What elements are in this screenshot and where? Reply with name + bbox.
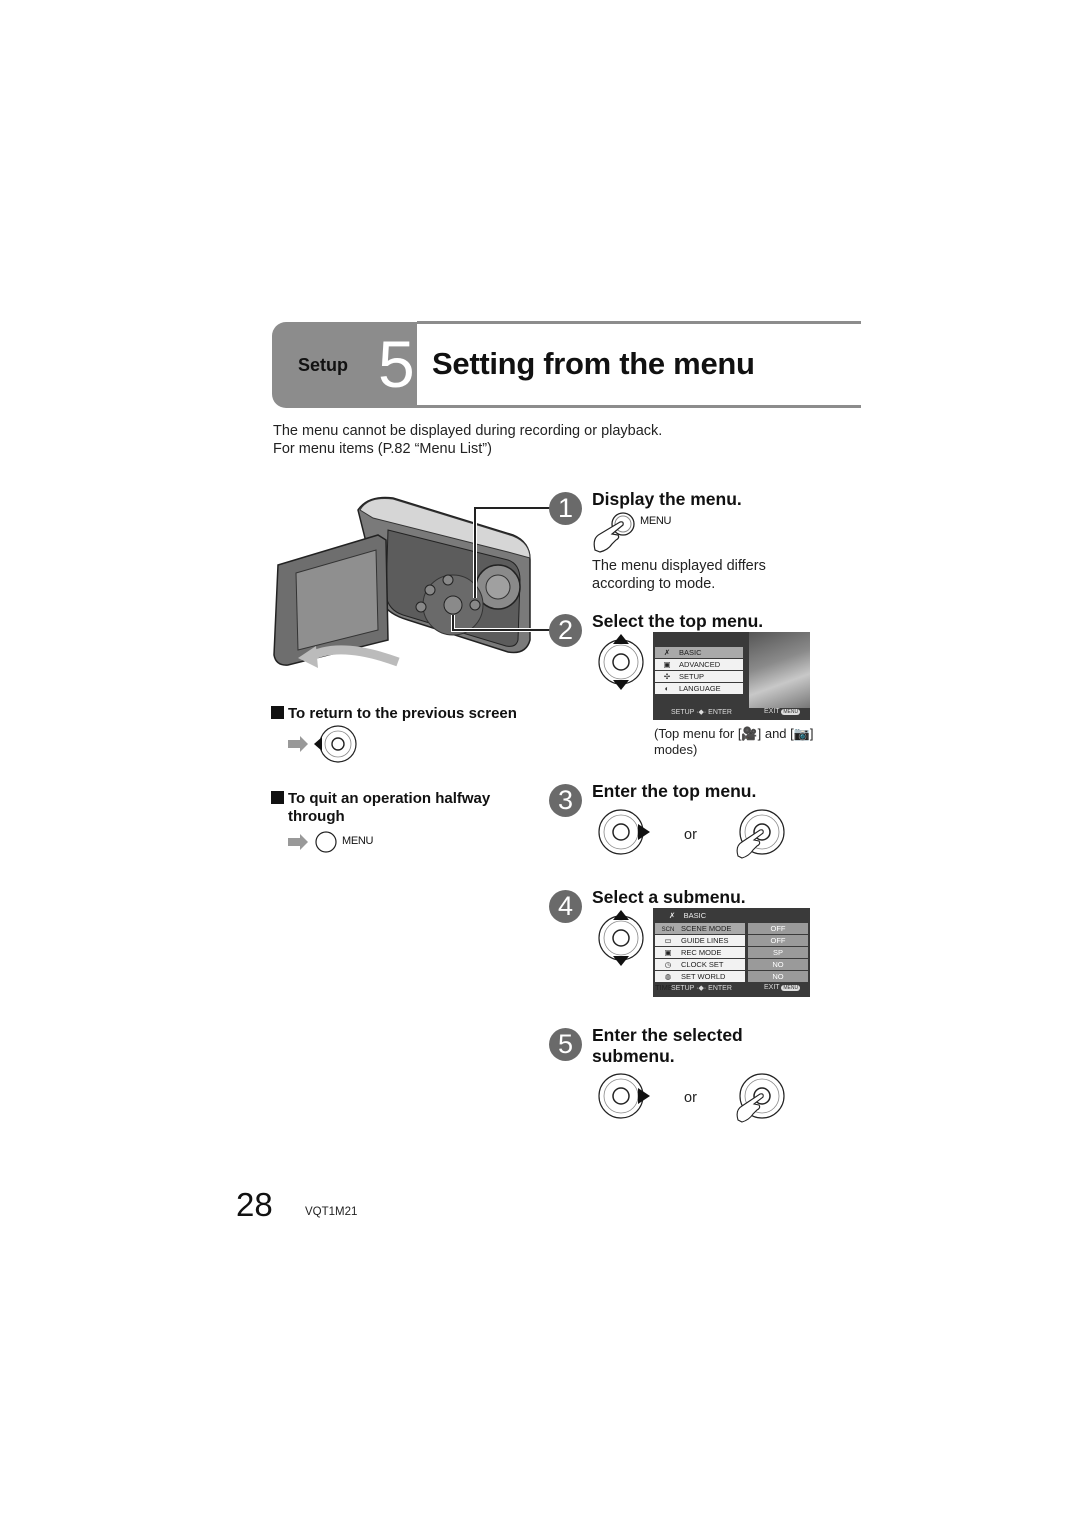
step-5-title: Enter the selected submenu. — [592, 1025, 743, 1067]
rec-mode-value: SP — [748, 947, 808, 958]
step-1-note-line-2: according to mode. — [592, 576, 716, 592]
menu-badge: MENU — [781, 985, 801, 991]
preview-image — [749, 632, 810, 708]
step-2-caption: (Top menu for [🎥] and [📷] modes) — [654, 726, 814, 758]
step-5-badge: 5 — [549, 1028, 582, 1061]
step-2-caption-line-2: modes) — [654, 742, 698, 757]
submenu-screen: ✗ BASIC SCN SCENE MODE OFF ▭ GUIDE LINES O… — [653, 908, 810, 997]
menu-button-label: MENU — [640, 515, 672, 527]
intro-text: The menu cannot be displayed during reco… — [273, 422, 662, 458]
step-2-badge: 2 — [549, 614, 582, 647]
advanced-icon: ▣ — [663, 660, 671, 669]
page-number: 28 — [236, 1186, 273, 1223]
screen-footer-exit: EXIT MENU — [764, 984, 801, 991]
section-label: Setup — [298, 355, 349, 375]
top-menu-item-basic[interactable]: ✗ BASIC — [655, 647, 743, 658]
setup-icon: ✣ — [663, 672, 671, 681]
quit-menu-label: MENU — [342, 835, 374, 847]
model-code: VQT1M21 — [305, 1206, 358, 1218]
rec-mode-icon: ▣ — [664, 948, 672, 957]
basic-icon: ✗ — [663, 648, 671, 657]
step-1-badge: 1 — [549, 492, 582, 525]
step-1-note-line-1: The menu displayed differs — [592, 558, 766, 574]
joystick-up-down-icon — [598, 634, 644, 690]
submenu-item-clock-set[interactable]: ◷ CLOCK SET — [655, 959, 745, 970]
submenu-header: ✗ BASIC — [669, 911, 707, 920]
joystick-press-icon — [736, 1073, 785, 1123]
clock-icon: ◷ — [664, 960, 672, 969]
joystick-right-icon — [598, 1073, 650, 1119]
camcorder-illustration — [273, 496, 550, 668]
step-1-title: Display the menu. — [592, 489, 742, 509]
step-2-caption-line-1: (Top menu for [🎥] and [📷] — [654, 726, 814, 741]
world-time-icon: ◍ — [664, 972, 672, 981]
set-world-time-value: NO — [748, 971, 808, 982]
top-menu-item-language[interactable]: ◐ LANGUAGE — [655, 683, 743, 694]
return-joystick-left-icon — [288, 725, 357, 763]
header-rule-bottom — [417, 405, 861, 408]
guide-lines-value: OFF — [748, 935, 808, 946]
intro-line-2: For menu items (P.82 “Menu List”) — [273, 441, 492, 457]
language-icon: ◐ — [664, 684, 670, 693]
step-5-or: or — [684, 1090, 697, 1106]
page-title: Setting from the menu — [432, 346, 755, 381]
step-3-title: Enter the top menu. — [592, 781, 757, 801]
top-menu-screen: ✗ BASIC ▣ ADVANCED ✣ SETUP ◐ LANGUAGE SETUP … — [653, 632, 810, 720]
joystick-up-down-icon — [598, 910, 644, 966]
guide-lines-icon: ▭ — [664, 936, 672, 945]
menu-button-press-icon — [593, 512, 635, 553]
quit-menu-button-icon — [288, 831, 337, 853]
submenu-item-guide-lines[interactable]: ▭ GUIDE LINES — [655, 935, 745, 946]
top-menu-item-setup[interactable]: ✣ SETUP — [655, 671, 743, 682]
step-4-title: Select a submenu. — [592, 887, 746, 907]
step-5-title-line-2: submenu. — [592, 1046, 675, 1066]
step-2-title: Select the top menu. — [592, 611, 764, 631]
scene-mode-value: OFF — [748, 923, 808, 934]
basic-icon: ✗ — [669, 911, 676, 920]
step-5-title-line-1: Enter the selected — [592, 1025, 743, 1045]
section-number: 5 — [378, 327, 415, 401]
return-heading: To return to the previous screen — [271, 705, 517, 723]
intro-line-1: The menu cannot be displayed during reco… — [273, 423, 663, 439]
bullet-square-icon — [271, 791, 284, 804]
top-menu-item-advanced[interactable]: ▣ ADVANCED — [655, 659, 743, 670]
menu-badge: MENU — [781, 709, 801, 715]
joystick-press-icon — [736, 809, 785, 859]
step-3-or: or — [684, 827, 697, 843]
screen-footer-setup: SETUP ·◆· ENTER — [671, 985, 732, 992]
submenu-item-rec-mode[interactable]: ▣ REC MODE — [655, 947, 745, 958]
joystick-right-icon — [598, 809, 650, 855]
screen-footer-exit: EXIT MENU — [764, 708, 801, 715]
clock-set-value: NO — [748, 959, 808, 970]
submenu-item-set-world-time[interactable]: ◍ SET WORLD TIME — [655, 971, 745, 992]
step-3-badge: 3 — [549, 784, 582, 817]
bullet-square-icon — [271, 706, 284, 719]
quit-heading: To quit an operation halfway through — [271, 790, 490, 826]
step-4-badge: 4 — [549, 890, 582, 923]
header-rule-top — [417, 321, 861, 324]
step-1-note: The menu displayed differs according to … — [592, 557, 766, 593]
submenu-item-scene-mode[interactable]: SCN SCENE MODE — [655, 923, 745, 934]
screen-footer-setup: SETUP ·◆· ENTER — [671, 709, 732, 716]
